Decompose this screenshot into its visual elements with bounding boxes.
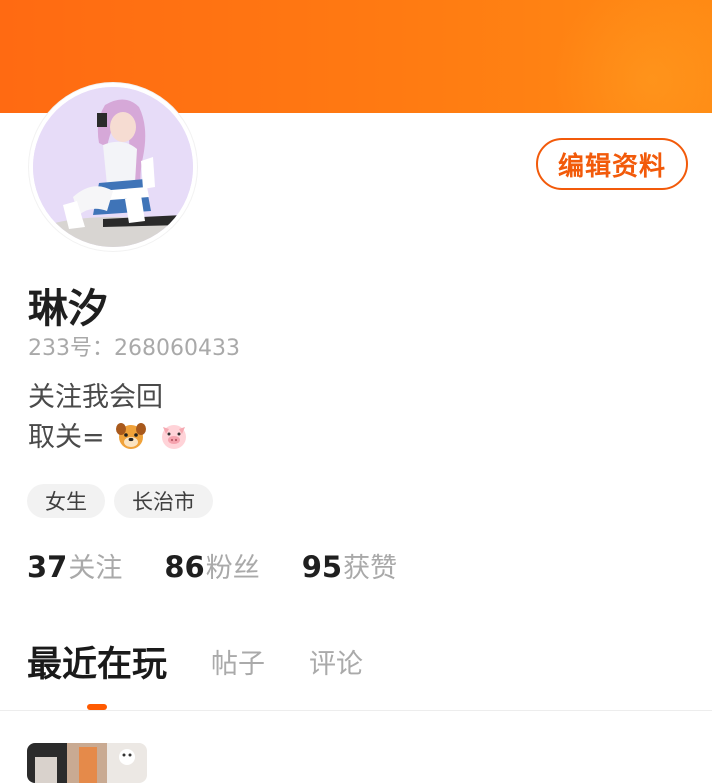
dog-face-icon [116, 423, 147, 449]
avatar-image [33, 87, 193, 247]
profile-tags: 女生 长治市 [27, 484, 213, 518]
game-thumbnail-image [27, 743, 147, 783]
stat-following-label: 关注 [68, 553, 123, 584]
stat-followers-count: 86 [164, 550, 205, 584]
bio-line-2-text: 取关= [28, 422, 105, 453]
stat-followers-label: 粉丝 [205, 553, 260, 584]
bio-line-2: 取关= [28, 418, 190, 458]
tab-comments[interactable]: 评论 [309, 642, 363, 681]
stat-likes-count: 95 [301, 550, 343, 584]
tag-gender: 女生 [27, 484, 105, 518]
tab-posts[interactable]: 帖子 [211, 642, 265, 681]
bio: 关注我会回 取关= [28, 378, 190, 458]
profile-tabs: 最近在玩 帖子 评论 [27, 636, 407, 687]
username: 琳汐 [28, 286, 108, 332]
user-id: 233号：268060433 [28, 336, 240, 361]
tabs-divider [0, 710, 712, 711]
stat-likes[interactable]: 95 获赞 [302, 546, 397, 585]
tag-city: 长治市 [114, 484, 213, 518]
stat-following[interactable]: 37 关注 [27, 546, 122, 585]
stat-following-count: 37 [27, 550, 68, 584]
avatar[interactable] [29, 83, 197, 251]
anime-girl-avatar-icon [33, 87, 193, 247]
game-thumbnail[interactable] [27, 743, 147, 783]
bio-line-1: 关注我会回 [28, 382, 163, 413]
stat-likes-label: 获赞 [343, 553, 398, 584]
pig-face-icon [161, 425, 186, 449]
tab-recently-played[interactable]: 最近在玩 [27, 636, 167, 687]
stat-followers[interactable]: 86 粉丝 [164, 546, 259, 585]
edit-profile-button[interactable]: 编辑资料 [536, 138, 688, 190]
profile-stats: 37 关注 86 粉丝 95 获赞 [27, 546, 439, 585]
